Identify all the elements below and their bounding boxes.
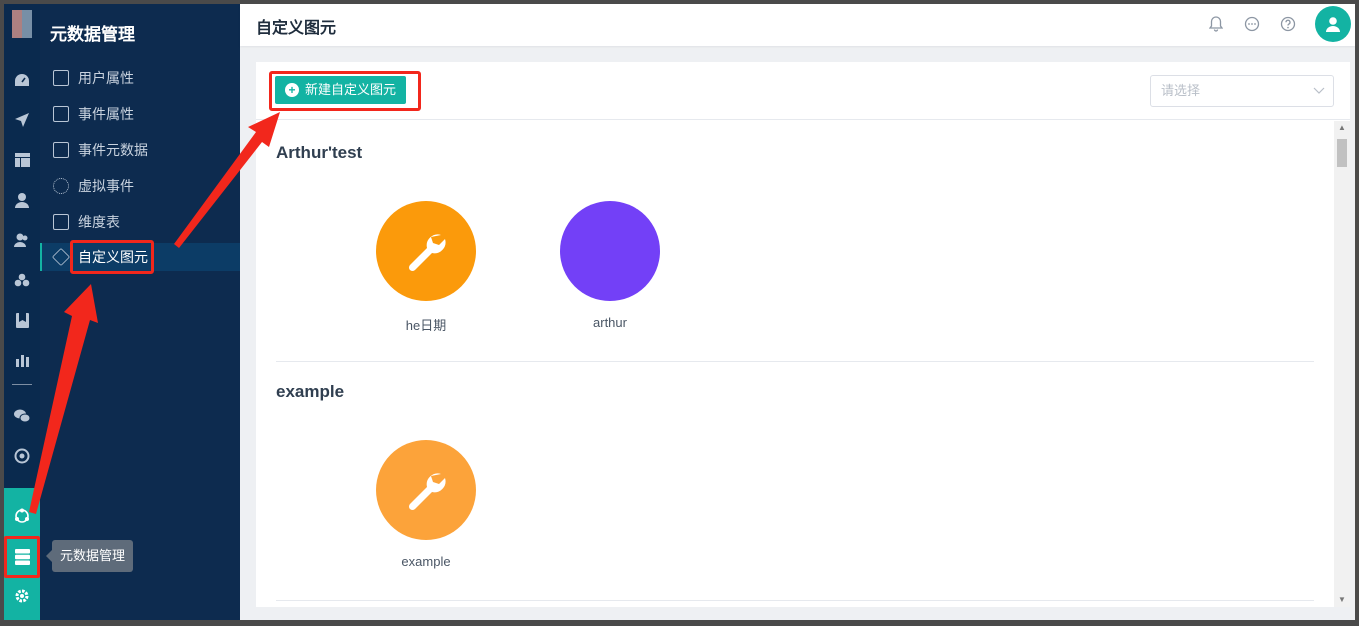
sidebar-item-label: 用户属性: [78, 70, 134, 86]
bookmark-icon[interactable]: [4, 306, 40, 334]
sidebar-item-event-properties[interactable]: 事件属性: [40, 100, 240, 128]
element-label: example: [401, 554, 451, 569]
element-icon-circle: [376, 201, 476, 301]
element-label: he日期: [405, 318, 447, 333]
element-tile[interactable]: example: [356, 440, 496, 569]
bell-icon[interactable]: [1206, 14, 1226, 34]
group-divider: [276, 361, 1314, 362]
app-window: 元数据管理 用户属性 事件属性 事件元数据 虚拟事件 维度表 自定义图元 元数据…: [4, 4, 1355, 620]
page-title: 自定义图元: [256, 20, 337, 37]
sidebar-menu: 元数据管理 用户属性 事件属性 事件元数据 虚拟事件 维度表 自定义图元: [40, 4, 240, 620]
element-list: Arthur'test he日期 arthur example example: [256, 121, 1334, 607]
profile-icon: [53, 70, 69, 86]
wrench-icon: [408, 234, 446, 272]
scroll-thumb[interactable]: [1337, 139, 1347, 167]
sidebar-item-label: 事件属性: [78, 106, 134, 122]
scrollbar[interactable]: ▲ ▼: [1334, 121, 1350, 607]
rail-tooltip: 元数据管理: [45, 540, 134, 572]
database-icon: [53, 142, 69, 158]
help-icon[interactable]: [1278, 14, 1298, 34]
element-icon-circle: [376, 440, 476, 540]
button-highlight-box: [269, 71, 421, 111]
group-divider: [276, 600, 1314, 601]
target-icon[interactable]: [4, 442, 40, 470]
element-icon-circle: [560, 201, 660, 301]
layout-icon[interactable]: [4, 146, 40, 174]
element-tile[interactable]: he日期: [356, 201, 496, 334]
group-title: Arthur'test: [276, 143, 363, 162]
element-label: arthur: [593, 315, 627, 330]
scroll-down-icon[interactable]: ▼: [1334, 593, 1350, 607]
chat-icon[interactable]: [1242, 14, 1262, 34]
user-icon[interactable]: [4, 186, 40, 214]
sidebar-item-label: 事件元数据: [78, 142, 148, 158]
sidebar-item-user-properties[interactable]: 用户属性: [40, 64, 240, 92]
menu-highlight-box: [70, 240, 154, 274]
clipboard-icon: [53, 106, 69, 122]
element-tile[interactable]: arthur: [540, 201, 680, 330]
sidebar-title: 元数据管理: [50, 25, 135, 44]
sidebar-item-virtual-events[interactable]: 虚拟事件: [40, 172, 240, 200]
sidebar-item-event-metadata[interactable]: 事件元数据: [40, 136, 240, 164]
table-icon: [53, 214, 69, 230]
sidebar-item-label: 虚拟事件: [78, 178, 134, 194]
dashed-circle-icon: [53, 178, 69, 194]
group-title: example: [276, 382, 345, 401]
chevron-down-icon: [1313, 76, 1325, 117]
sidebar-item-label: 维度表: [78, 214, 120, 230]
content-card: + 新建自定义图元 请选择 Arthur'test he日期 arthur ex…: [256, 62, 1350, 607]
avatar[interactable]: [1315, 6, 1351, 42]
select-placeholder: 请选择: [1161, 83, 1201, 98]
rail-divider: [12, 384, 32, 385]
wechat-icon[interactable]: [4, 402, 40, 430]
bar-chart-icon[interactable]: [4, 346, 40, 374]
cluster-icon[interactable]: [4, 266, 40, 294]
top-header: 自定义图元: [240, 4, 1355, 46]
avatar-icon: [1326, 16, 1340, 32]
rail-highlight-box: [4, 536, 40, 578]
gear-icon[interactable]: [4, 582, 40, 610]
scroll-up-icon[interactable]: ▲: [1334, 121, 1350, 135]
group-select[interactable]: 请选择: [1150, 75, 1334, 107]
toolbar: + 新建自定义图元 请选择: [256, 62, 1350, 120]
cube-icon: [51, 247, 71, 267]
sidebar-item-dimension-tables[interactable]: 维度表: [40, 208, 240, 236]
send-icon[interactable]: [4, 106, 40, 134]
dashboard-icon[interactable]: [4, 66, 40, 94]
icon-rail: [4, 4, 40, 620]
logo: [12, 10, 32, 38]
wrench-icon: [408, 473, 446, 511]
network-icon[interactable]: [4, 502, 40, 530]
users-icon[interactable]: [4, 226, 40, 254]
